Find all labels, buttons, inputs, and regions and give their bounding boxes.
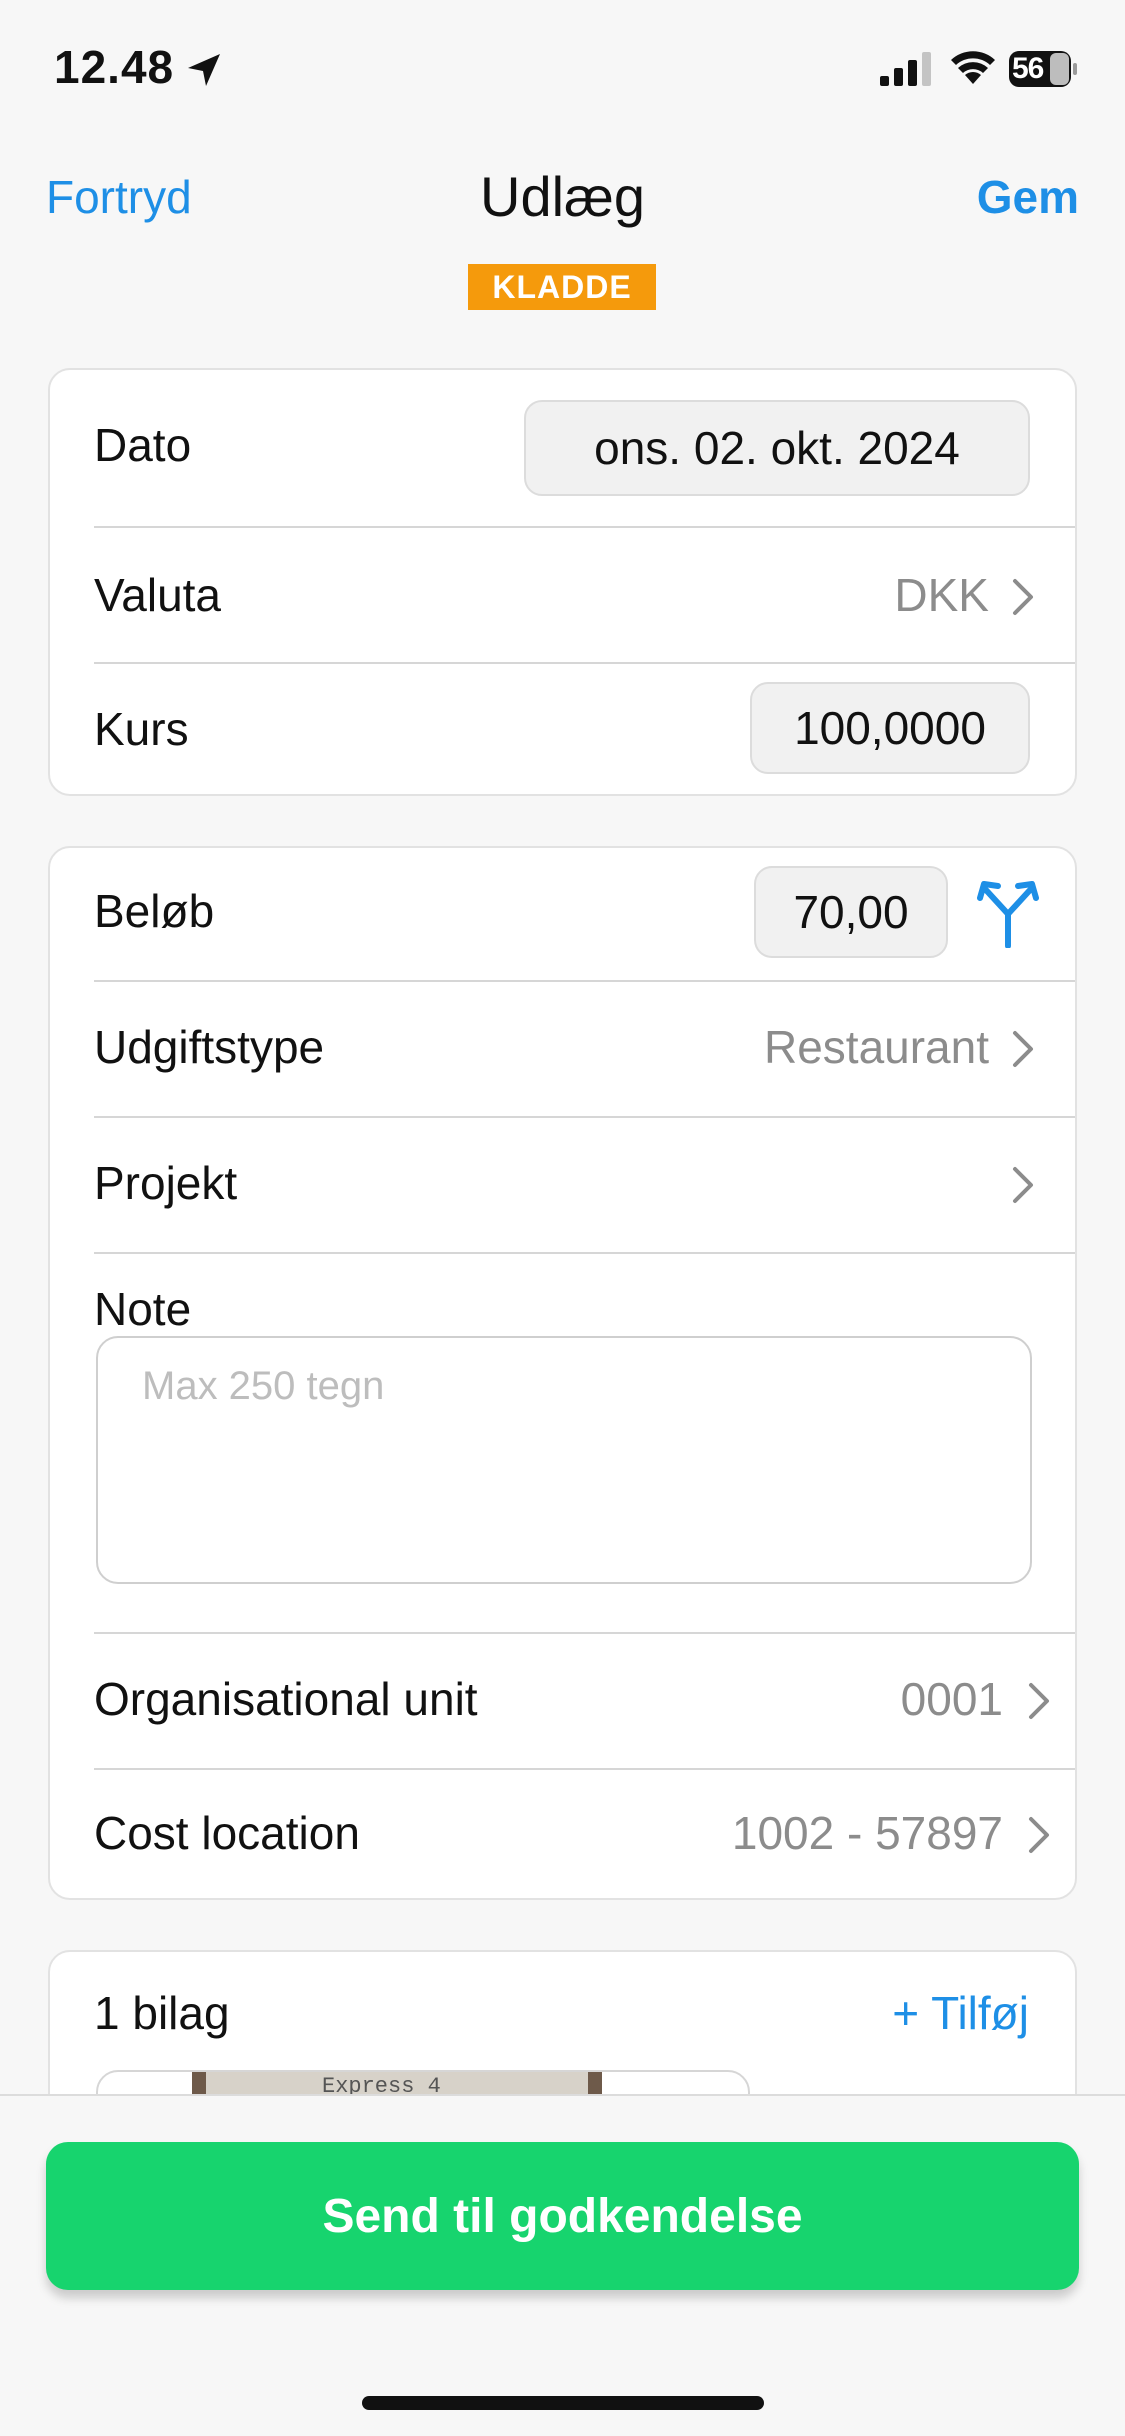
divider <box>94 1252 1075 1254</box>
expense-type-row[interactable]: Udgiftstype Restaurant <box>50 982 1075 1116</box>
currency-value: DKK <box>894 569 989 621</box>
date-row: Dato ons. 02. okt. 2024 <box>50 370 1075 526</box>
project-row[interactable]: Projekt <box>50 1118 1075 1252</box>
date-picker[interactable]: ons. 02. okt. 2024 <box>524 400 1030 496</box>
general-card: Dato ons. 02. okt. 2024 Valuta DKK Kurs … <box>48 368 1077 796</box>
project-label: Projekt <box>94 1157 238 1209</box>
note-label: Note <box>94 1283 192 1335</box>
location-arrow-icon <box>188 54 220 86</box>
org-unit-value: 0001 <box>900 1673 1003 1725</box>
expense-type-label: Udgiftstype <box>94 1021 325 1073</box>
home-indicator[interactable] <box>362 2396 764 2410</box>
status-bar: 12.48 56 <box>0 0 1125 140</box>
amount-input[interactable]: 70,00 <box>754 866 948 958</box>
currency-row[interactable]: Valuta DKK <box>50 528 1075 662</box>
split-icon[interactable] <box>976 880 1040 948</box>
date-label: Dato <box>94 419 192 471</box>
amount-row: Beløb 70,00 <box>50 848 1075 980</box>
signal-icon <box>880 52 931 86</box>
expense-screen: 12.48 56 Fortryd Udlæg Gem KLADDE Dato o <box>0 0 1125 2436</box>
org-unit-label: Organisational unit <box>94 1673 478 1725</box>
wifi-icon <box>951 51 995 84</box>
battery-level: 56 <box>1012 52 1044 85</box>
cost-location-label: Cost location <box>94 1807 360 1859</box>
attachments-count: 1 bilag <box>94 1987 230 2039</box>
cost-location-value: 1002 - 57897 <box>731 1807 1003 1859</box>
chevron-right-icon <box>1013 579 1033 615</box>
cost-location-row[interactable]: Cost location 1002 - 57897 <box>50 1770 1075 1898</box>
submit-for-approval-button[interactable]: Send til godkendelse <box>46 2142 1079 2290</box>
note-field[interactable] <box>96 1336 1032 1584</box>
org-unit-row[interactable]: Organisational unit 0001 <box>50 1634 1075 1768</box>
page-title: Udlæg <box>480 165 645 228</box>
rate-input[interactable]: 100,0000 <box>750 682 1030 774</box>
rate-label: Kurs <box>94 703 189 755</box>
amount-label: Beløb <box>94 885 215 937</box>
chevron-right-icon <box>1013 1031 1033 1067</box>
expense-type-value: Restaurant <box>763 1021 989 1073</box>
save-button[interactable]: Gem <box>977 170 1079 224</box>
chevron-right-icon <box>1013 1167 1033 1203</box>
status-time: 12.48 <box>54 41 175 93</box>
details-card: Beløb 70,00 Udgiftstype Restaurant Proje… <box>48 846 1077 1900</box>
status-badge: KLADDE <box>468 264 656 310</box>
chevron-right-icon <box>1029 1817 1049 1853</box>
rate-row: Kurs 100,0000 <box>50 664 1075 794</box>
add-attachment-button[interactable]: + Tilføj <box>892 1986 1029 2040</box>
currency-label: Valuta <box>94 569 222 621</box>
chevron-right-icon <box>1029 1683 1049 1719</box>
